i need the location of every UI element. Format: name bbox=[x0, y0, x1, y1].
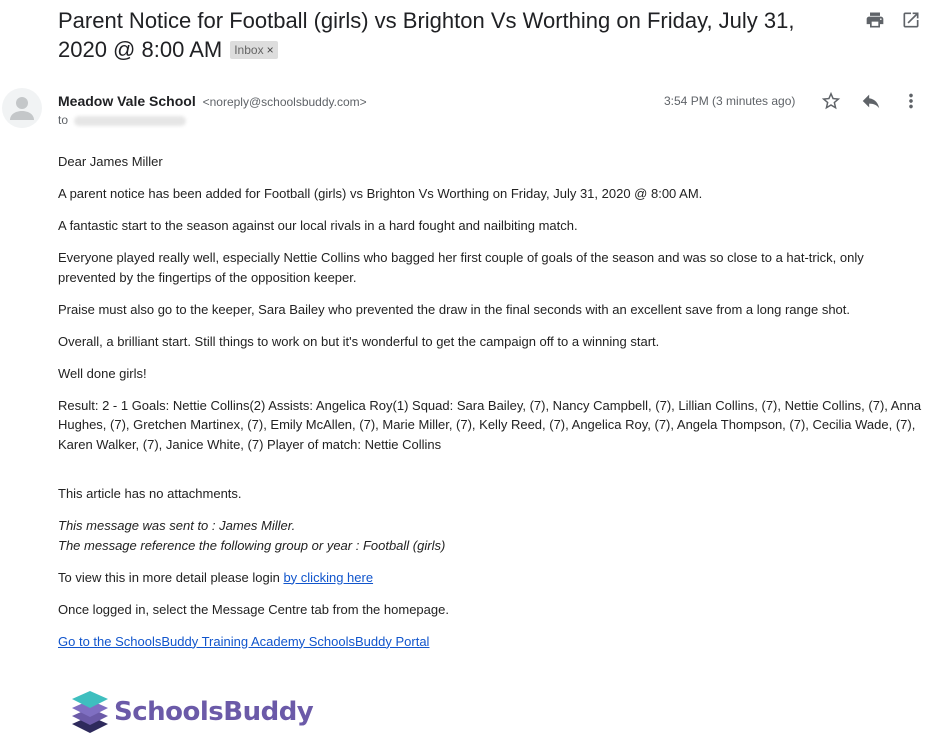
sent-to-note: This message was sent to : James Miller.… bbox=[58, 516, 924, 555]
email-body: Dear James Miller A parent notice has be… bbox=[58, 152, 924, 664]
match-result: Result: 2 - 1 Goals: Nettie Collins(2) A… bbox=[58, 397, 922, 452]
notice-intro: A parent notice has been added for Footb… bbox=[58, 186, 703, 201]
inbox-label-text: Inbox bbox=[234, 43, 264, 57]
reference-text: The message reference the following grou… bbox=[58, 537, 446, 553]
portal-link[interactable]: Go to the SchoolsBuddy Training Academy … bbox=[58, 634, 429, 649]
email-subject: Parent Notice for Football (girls) vs Br… bbox=[58, 6, 838, 64]
subject-text: Parent Notice for Football (girls) vs Br… bbox=[58, 8, 795, 62]
login-line: To view this in more detail please login… bbox=[58, 568, 924, 588]
reply-icon[interactable] bbox=[860, 90, 882, 112]
login-link[interactable]: by clicking here bbox=[283, 570, 373, 585]
sender-line: Meadow Vale School <noreply@schoolsbuddy… bbox=[58, 93, 367, 109]
recipient-redacted bbox=[74, 115, 187, 126]
login-prefix: To view this in more detail please login bbox=[58, 569, 284, 585]
body-paragraph: Well done girls! bbox=[58, 365, 147, 381]
message-time: 3:54 PM (3 minutes ago) bbox=[664, 94, 796, 108]
attachments-note: This article has no attachments. bbox=[58, 486, 242, 501]
open-in-new-window-icon[interactable] bbox=[901, 10, 921, 30]
star-icon[interactable] bbox=[820, 90, 842, 112]
logged-in-note: Once logged in, select the Message Centr… bbox=[58, 601, 449, 617]
person-avatar-icon bbox=[10, 97, 34, 120]
remove-label-icon[interactable]: × bbox=[267, 43, 274, 57]
inbox-label-chip[interactable]: Inbox × bbox=[230, 41, 278, 59]
to-prefix: to bbox=[58, 113, 69, 127]
more-vertical-icon[interactable] bbox=[900, 90, 922, 112]
sender-email: <noreply@schoolsbuddy.com> bbox=[202, 95, 367, 109]
message-actions bbox=[820, 90, 922, 112]
logo-text: SchoolsBuddy bbox=[114, 697, 314, 727]
sender-avatar[interactable] bbox=[2, 88, 42, 128]
body-paragraph: Overall, a brilliant start. Still things… bbox=[58, 333, 660, 349]
print-icon[interactable] bbox=[865, 10, 885, 30]
sender-name[interactable]: Meadow Vale School bbox=[58, 93, 196, 109]
schoolsbuddy-logo: SchoolsBuddy bbox=[70, 690, 314, 734]
sent-to-text: This message was sent to : James Miller. bbox=[58, 518, 296, 533]
recipient-line[interactable]: to bbox=[58, 113, 187, 127]
thread-actions bbox=[865, 10, 921, 30]
greeting: Dear James Miller bbox=[58, 154, 163, 169]
body-paragraph: A fantastic start to the season against … bbox=[58, 218, 578, 233]
body-paragraph: Everyone played really well, especially … bbox=[58, 250, 864, 285]
schoolsbuddy-layers-icon bbox=[72, 691, 108, 733]
portal-line: Go to the SchoolsBuddy Training Academy … bbox=[58, 632, 924, 652]
body-paragraph: Praise must also go to the keeper, Sara … bbox=[58, 301, 851, 317]
